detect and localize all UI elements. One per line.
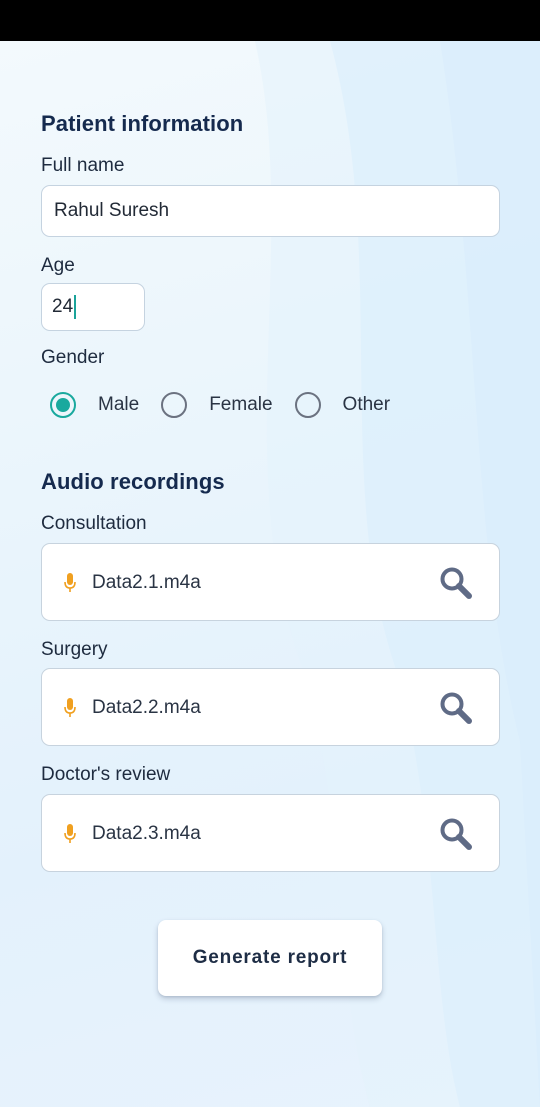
gender-option-other[interactable]: Other [294, 392, 391, 418]
gender-option-male[interactable]: Male [50, 392, 139, 418]
gender-label: Gender [41, 347, 105, 368]
gender-option-label: Other [342, 394, 391, 415]
recording-file-name: Data2.3.m4a [92, 823, 201, 844]
radio-dot [56, 398, 70, 412]
microphone-icon [64, 573, 76, 592]
age-label: Age [41, 255, 75, 276]
gender-radio-group: Male Female Other [50, 390, 412, 420]
gender-option-female[interactable]: Female [161, 392, 273, 418]
microphone-icon [64, 698, 76, 717]
search-icon[interactable] [439, 691, 473, 725]
generate-report-button[interactable]: Generate report [158, 920, 382, 996]
recording-card-surgery[interactable]: Data2.2.m4a [41, 668, 500, 746]
recording-card-consultation[interactable]: Data2.1.m4a [41, 543, 500, 621]
radio-selected-icon[interactable] [50, 392, 76, 418]
search-icon[interactable] [439, 566, 473, 600]
recording-label-consultation: Consultation [41, 513, 147, 534]
radio-unselected-icon[interactable] [161, 392, 188, 418]
patient-info-heading: Patient information [41, 111, 244, 136]
search-icon[interactable] [439, 817, 473, 851]
recording-label-doctors-review: Doctor's review [41, 764, 171, 785]
age-value: 24 [52, 296, 74, 317]
text-caret [74, 295, 77, 319]
full-name-label: Full name [41, 155, 125, 176]
recording-card-doctors-review[interactable]: Data2.3.m4a [41, 794, 500, 872]
status-bar [0, 0, 540, 41]
audio-recordings-heading: Audio recordings [41, 469, 225, 494]
full-name-value: Rahul Suresh [54, 200, 170, 221]
gender-option-label: Female [209, 394, 273, 415]
recording-file-name: Data2.2.m4a [92, 697, 201, 718]
full-name-input[interactable]: Rahul Suresh [41, 185, 500, 237]
recording-file-name: Data2.1.m4a [92, 572, 201, 593]
radio-unselected-icon[interactable] [294, 392, 321, 418]
recording-label-surgery: Surgery [41, 639, 108, 660]
gender-option-label: Male [98, 394, 140, 415]
microphone-icon [64, 824, 76, 843]
age-input[interactable]: 24 [41, 283, 145, 331]
